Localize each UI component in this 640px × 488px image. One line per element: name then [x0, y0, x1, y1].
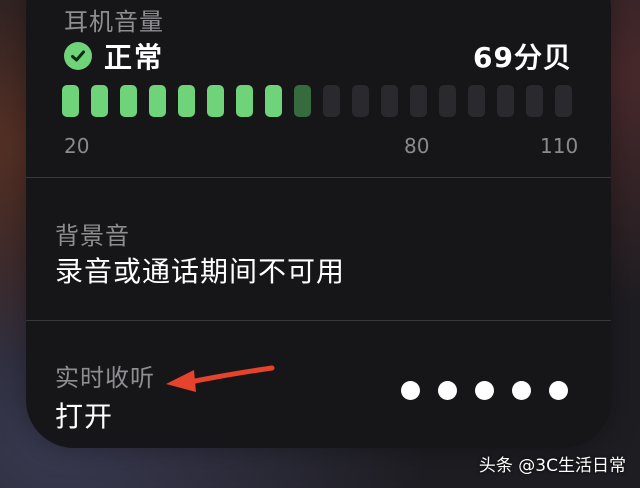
live-listen-title: 实时收听: [55, 364, 155, 392]
level-dot: [438, 381, 457, 400]
decibel-readout: 69分贝: [473, 41, 572, 74]
meter-bar: [381, 85, 398, 117]
meter-bar: [178, 85, 195, 117]
meter-bar: [526, 85, 543, 117]
meter-bar: [439, 85, 456, 117]
background-sounds-title: 背景音: [55, 222, 130, 250]
red-arrow-icon: [166, 365, 275, 392]
meter-bar: [62, 85, 79, 117]
tick-label: 110: [540, 134, 579, 158]
volume-meter: [62, 85, 584, 117]
meter-bar: [468, 85, 485, 117]
background-sounds-value: 录音或通话期间不可用: [55, 255, 346, 288]
headphone-level-title: 耳机音量: [64, 8, 164, 36]
meter-bar: [323, 85, 340, 117]
live-listen-level-dots[interactable]: [401, 381, 586, 400]
meter-bar: [410, 85, 427, 117]
meter-bar: [236, 85, 253, 117]
level-dot: [512, 381, 531, 400]
status-label: 正常: [104, 41, 165, 74]
level-dot: [401, 381, 420, 400]
meter-bar: [294, 85, 311, 117]
level-dot: [549, 381, 568, 400]
level-dot: [475, 381, 494, 400]
checkmark-icon: [64, 42, 92, 70]
meter-bar: [352, 85, 369, 117]
meter-bar: [149, 85, 166, 117]
meter-bar: [497, 85, 514, 117]
meter-bar: [207, 85, 224, 117]
live-listen-value[interactable]: 打开: [55, 395, 113, 435]
section-divider: [26, 177, 611, 178]
headphone-status: 正常: [64, 36, 164, 76]
meter-bar: [120, 85, 137, 117]
tick-label: 80: [404, 134, 430, 158]
section-divider: [26, 320, 611, 321]
meter-bar: [91, 85, 108, 117]
meter-bar: [265, 85, 282, 117]
watermark: 头条 @3C生活日常: [478, 456, 626, 476]
tick-label: 20: [64, 134, 90, 158]
meter-bar: [555, 85, 572, 117]
